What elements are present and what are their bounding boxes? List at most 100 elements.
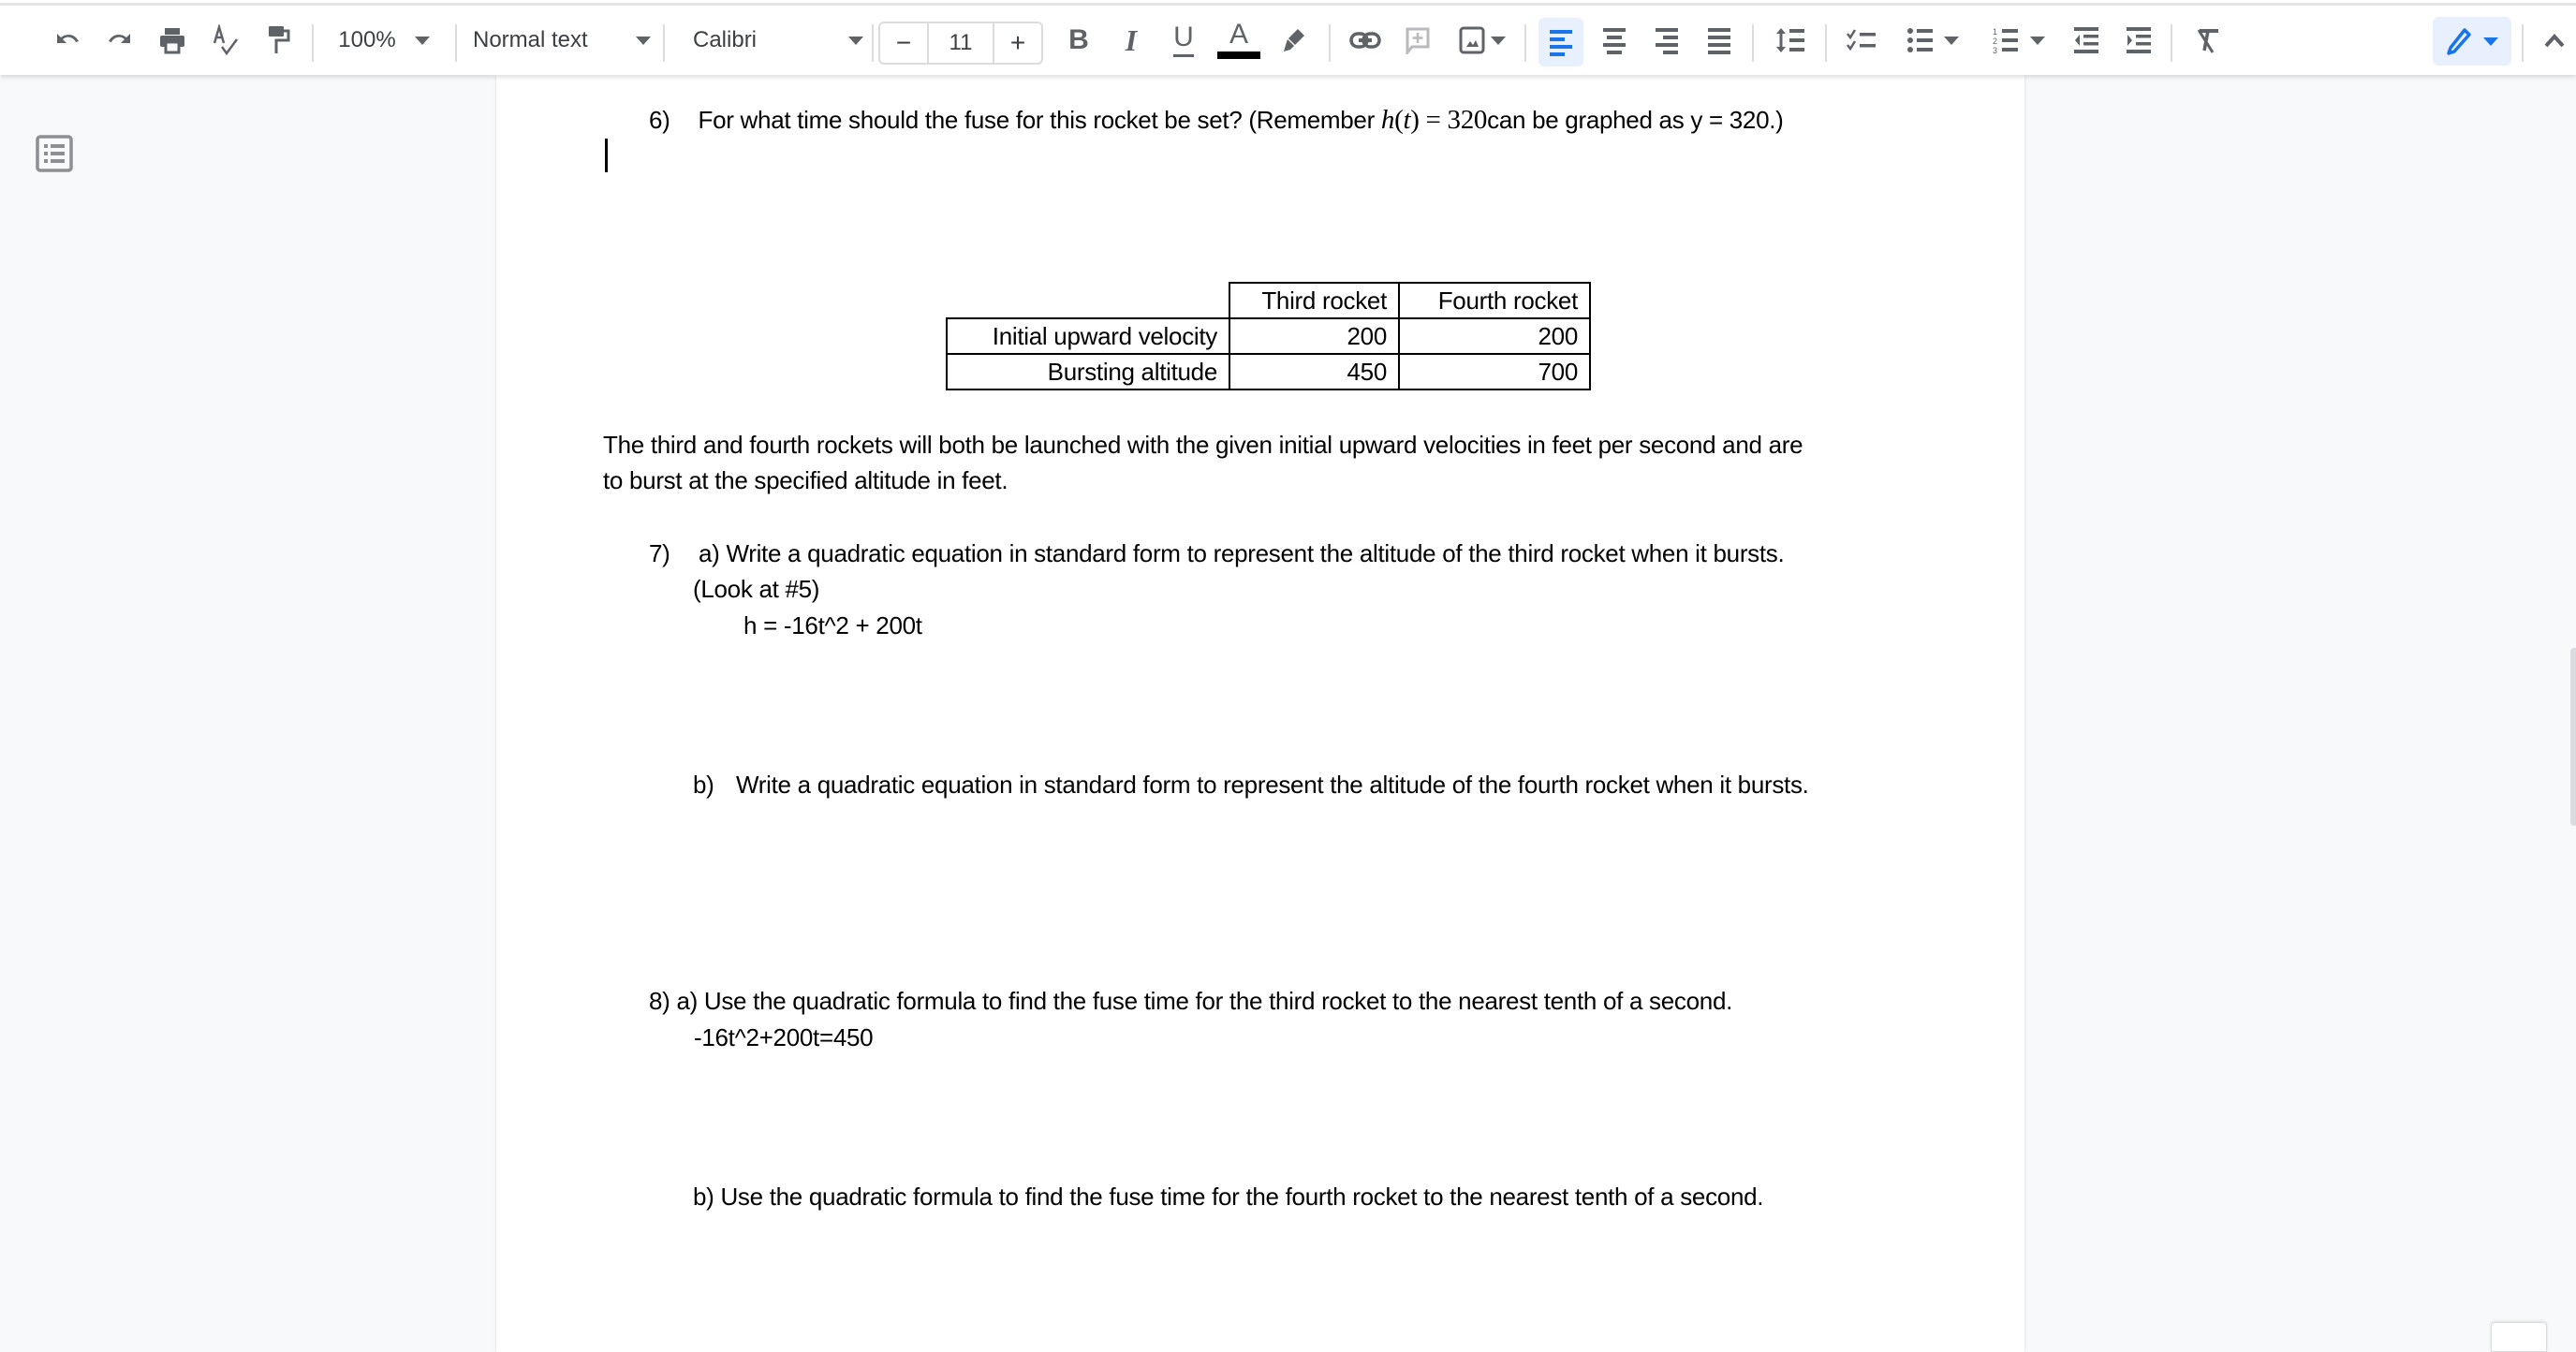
chevron-down-icon — [2483, 37, 2498, 46]
italic-button[interactable]: I — [1112, 6, 1150, 75]
chevron-down-icon — [636, 36, 651, 45]
question-8b-text: b) Use the quadratic formula to find the… — [693, 1183, 1764, 1211]
undo-button[interactable] — [49, 6, 86, 75]
question-7b-label: b) — [693, 771, 714, 799]
redo-button[interactable] — [101, 6, 139, 75]
zoom-select[interactable]: 100% — [328, 6, 440, 75]
increase-indent-icon — [2127, 27, 2151, 53]
clear-formatting-button[interactable] — [2189, 6, 2227, 75]
chevron-down-icon — [1491, 36, 1506, 45]
spellcheck-icon — [213, 24, 239, 56]
print-icon — [160, 28, 184, 54]
chevron-down-icon — [848, 36, 863, 45]
link-icon — [1349, 32, 1381, 49]
table-header-cell: Fourth rocket — [1398, 282, 1591, 319]
table-header-cell: Third rocket — [1229, 282, 1400, 319]
decrease-indent-icon — [2074, 27, 2098, 53]
question-7a-text-cont: (Look at #5) — [693, 575, 820, 603]
chevron-down-icon — [1944, 36, 1959, 45]
print-button[interactable] — [154, 6, 191, 75]
checklist-icon — [1847, 29, 1876, 51]
font-size-input[interactable]: 11 — [927, 23, 994, 63]
add-comment-button[interactable] — [1399, 6, 1436, 75]
clear-formatting-icon — [2197, 29, 2218, 53]
bulleted-list-icon — [1907, 28, 1933, 52]
paragraph-style-select[interactable]: Normal text — [473, 6, 651, 75]
align-center-icon — [1603, 28, 1626, 54]
image-icon — [1459, 26, 1485, 54]
paint-format-button[interactable] — [260, 6, 298, 75]
text-color-swatch — [1217, 51, 1260, 59]
font-select[interactable]: Calibri — [693, 6, 863, 75]
toolbar-separator — [1825, 24, 1827, 62]
text-color-button[interactable]: A — [1217, 6, 1260, 75]
table-header-row: Third rocket Fourth rocket — [947, 282, 1591, 319]
formatting-toolbar: 100% Normal text Calibri − 11 + B I U A — [0, 6, 2576, 75]
bold-button[interactable]: B — [1060, 6, 1097, 75]
decrease-indent-button[interactable] — [2068, 6, 2105, 75]
align-right-icon — [1656, 28, 1678, 54]
answer-7a: h = -16t^2 + 200t — [743, 611, 922, 639]
checklist-button[interactable] — [1841, 6, 1882, 75]
bold-icon: B — [1068, 24, 1089, 55]
increase-indent-button[interactable] — [2120, 6, 2157, 75]
table-row: Initial upward velocity 200 200 — [946, 317, 1591, 355]
paragraph-style-value: Normal text — [473, 27, 588, 52]
explore-button[interactable] — [2491, 1322, 2547, 1352]
outline-icon — [36, 135, 73, 172]
chevron-up-icon — [2544, 34, 2565, 48]
question-6: 6) For what time should the fuse for this… — [649, 105, 1784, 136]
toolbar-separator — [455, 24, 457, 62]
toolbar-separator — [312, 24, 314, 62]
toolbar-separator — [2522, 24, 2524, 62]
align-justify-icon — [1708, 28, 1730, 54]
table-cell: 200 — [1398, 317, 1591, 355]
question-text: For what time should the fuse for this r… — [698, 106, 1381, 134]
highlighter-icon — [1284, 29, 1304, 51]
increase-font-size-button[interactable]: + — [994, 23, 1041, 63]
svg-text:3: 3 — [1993, 46, 1997, 54]
toolbar-separator — [2171, 24, 2172, 62]
toolbar-separator — [663, 24, 665, 62]
zoom-value: 100% — [338, 27, 396, 52]
highlight-color-button[interactable] — [1275, 6, 1313, 75]
chevron-down-icon — [2030, 36, 2045, 45]
chevron-down-icon — [414, 36, 430, 45]
insert-link-button[interactable] — [1345, 6, 1386, 75]
editing-mode-button[interactable] — [2433, 17, 2511, 66]
document-outline-button[interactable] — [36, 135, 73, 172]
text-color-icon: A — [1229, 19, 1248, 50]
toolbar-separator — [1752, 24, 1754, 62]
table-cell: 200 — [1229, 317, 1400, 355]
toolbar-separator — [872, 24, 874, 62]
hide-menus-button[interactable] — [2536, 6, 2573, 75]
paragraph-line: to burst at the specified altitude in fe… — [603, 466, 1008, 494]
insert-image-button[interactable] — [1453, 6, 1511, 75]
question-7-number: 7) — [649, 539, 670, 567]
table-row-label: Initial upward velocity — [946, 317, 1230, 355]
align-justify-button[interactable] — [1700, 6, 1738, 75]
font-value: Calibri — [693, 27, 758, 52]
underline-button[interactable]: U — [1165, 6, 1202, 75]
redo-icon — [109, 34, 130, 43]
answer-8a: -16t^2+200t=450 — [694, 1023, 874, 1051]
document-page[interactable] — [496, 75, 2024, 1352]
vertical-scrollbar-thumb[interactable] — [2570, 648, 2576, 826]
decrease-font-size-button[interactable]: − — [880, 23, 927, 63]
table-cell: 450 — [1229, 353, 1400, 390]
line-spacing-button[interactable] — [1770, 6, 1811, 75]
align-left-button[interactable] — [1538, 18, 1583, 66]
bulleted-list-button[interactable] — [1897, 6, 1968, 75]
italic-icon: I — [1125, 22, 1138, 57]
question-7b-text: Write a quadratic equation in standard f… — [736, 771, 1809, 799]
font-size-stepper: − 11 + — [878, 22, 1043, 65]
underline-icon: U — [1173, 21, 1194, 52]
question-7a-text: a) Write a quadratic equation in standar… — [699, 539, 1785, 567]
align-center-button[interactable] — [1596, 6, 1633, 75]
spellcheck-button[interactable] — [206, 6, 243, 75]
svg-text:2: 2 — [1993, 37, 1997, 46]
math-expression: h(t) = 320 — [1380, 105, 1488, 135]
align-right-button[interactable] — [1648, 6, 1685, 75]
undo-icon — [57, 34, 79, 43]
numbered-list-button[interactable]: 123 — [1983, 6, 2054, 75]
